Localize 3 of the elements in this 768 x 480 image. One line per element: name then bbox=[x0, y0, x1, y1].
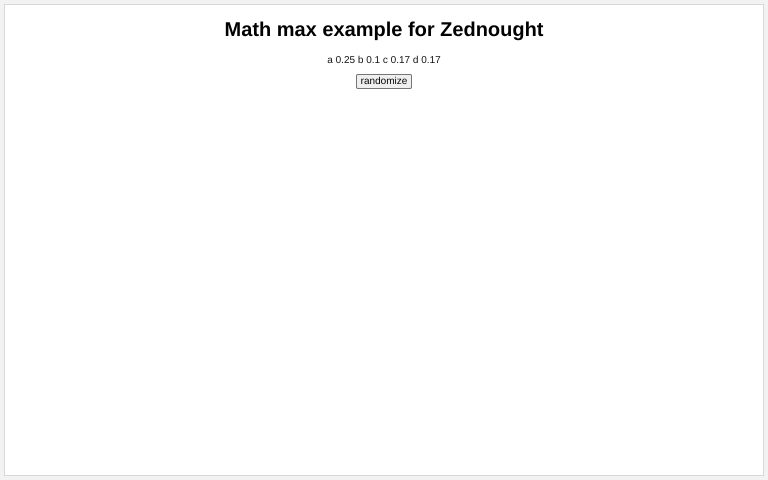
randomize-button[interactable]: randomize bbox=[356, 74, 412, 89]
values-text: a 0.25 b 0.1 c 0.17 d 0.17 bbox=[327, 55, 441, 66]
page-title: Math max example for Zednought bbox=[224, 19, 544, 42]
